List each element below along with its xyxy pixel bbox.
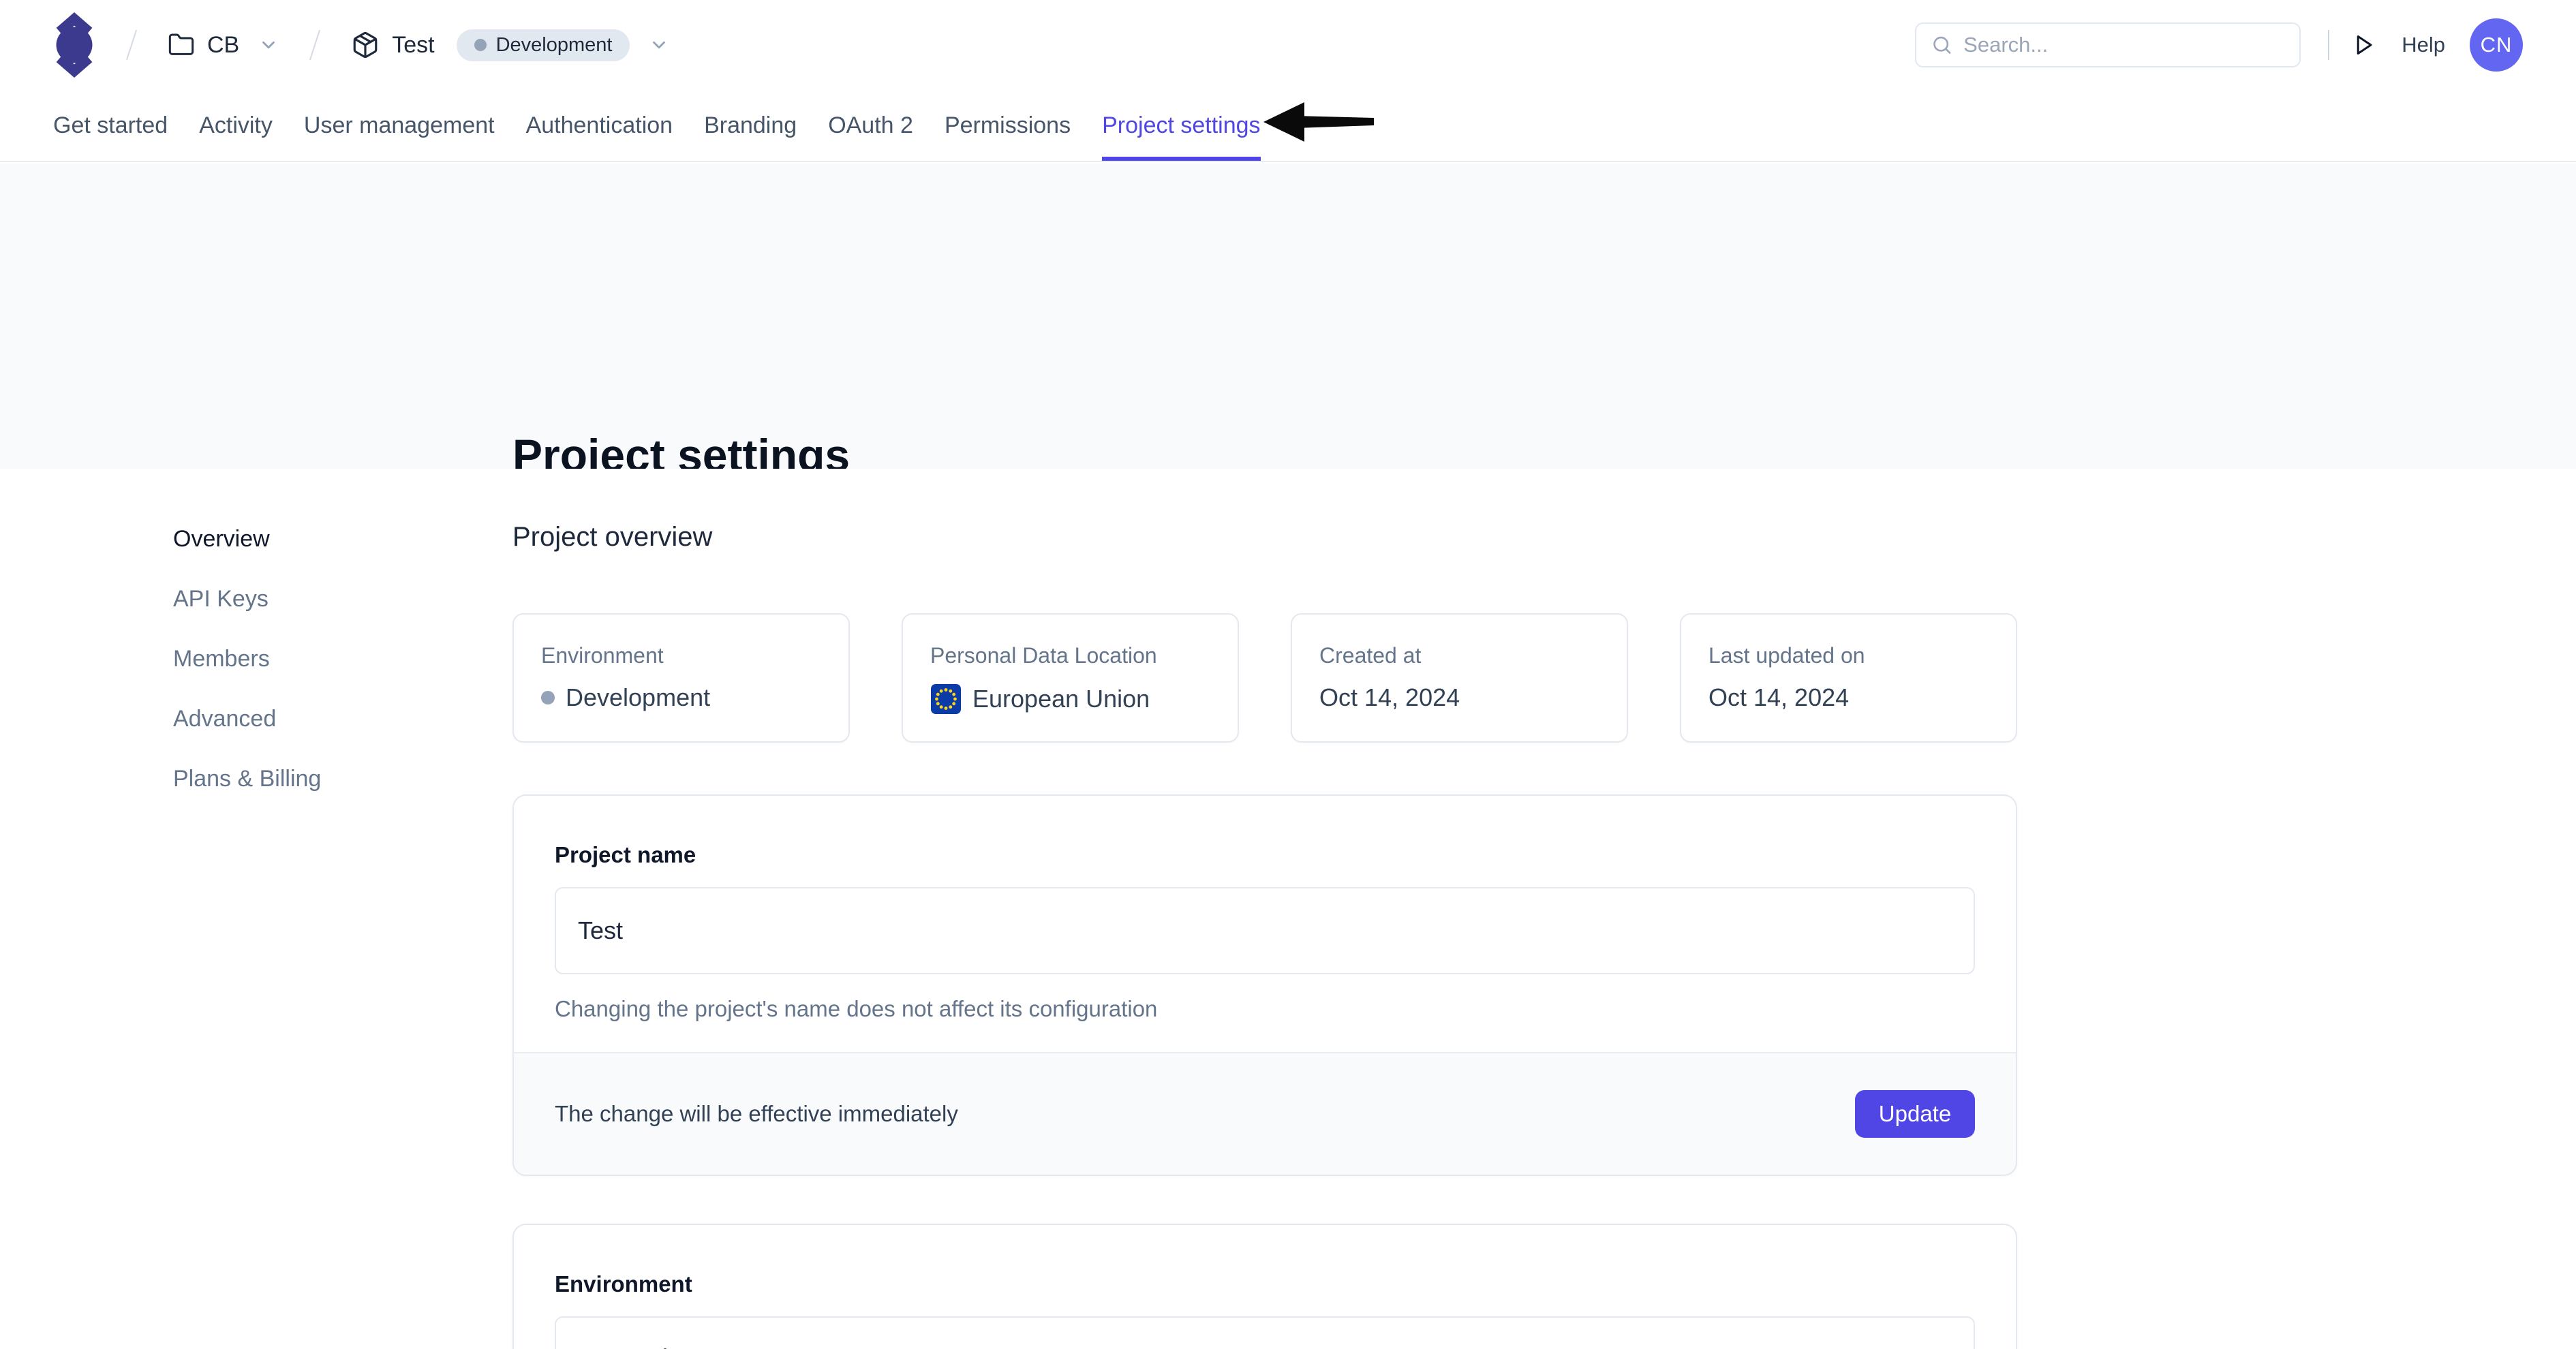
search-icon [1931,33,1952,57]
tab-authentication[interactable]: Authentication [526,90,673,161]
topbar-divider [2328,30,2329,60]
project-switcher[interactable]: Test Development [351,29,669,61]
chevron-down-icon [649,35,669,55]
tab-project-settings[interactable]: Project settings [1102,90,1260,161]
sidebar-item-advanced[interactable]: Advanced [173,707,321,730]
update-button[interactable]: Update [1855,1090,1975,1138]
card-label: Personal Data Location [930,643,1210,668]
play-icon[interactable] [2354,33,2374,57]
card-value-text: Oct 14, 2024 [1708,683,1849,712]
org-switcher[interactable]: CB [168,31,279,59]
card-value: Oct 14, 2024 [1319,683,1599,712]
card-value-text: Development [566,683,710,712]
environment-badge-label: Development [496,34,613,57]
environment-label: Environment [555,1271,1975,1297]
breadcrumb-slash-icon [309,30,320,60]
footer-note: The change will be effective immediately [555,1101,958,1127]
card-created-at: Created at Oct 14, 2024 [1291,613,1628,743]
topbar-left: CB Test Development [53,10,669,80]
card-label: Last updated on [1708,643,1989,668]
project-name-input[interactable] [555,887,1975,974]
environment-panel-body: Environment Development [514,1225,2016,1349]
environment-badge: Development [457,29,630,61]
card-label: Created at [1319,643,1599,668]
project-name-panel-body: Project name Changing the project's name… [514,796,2016,1022]
card-value-text: Oct 14, 2024 [1319,683,1460,712]
sidebar-item-api-keys[interactable]: API Keys [173,587,321,610]
help-link[interactable]: Help [2402,33,2445,57]
breadcrumb-slash-icon [126,30,137,60]
annotation-arrow-icon [1262,99,1377,144]
card-value: European Union [930,683,1210,715]
settings-sidebar: Overview API Keys Members Advanced Plans… [173,527,321,790]
project-name-helper: Changing the project's name does not aff… [555,996,1975,1022]
folder-icon [168,31,195,59]
environment-select[interactable]: Development [555,1316,1975,1349]
project-name-label: Project name [555,842,1975,868]
search-input[interactable] [1963,33,2284,57]
chevron-down-icon [258,35,279,55]
search-box[interactable] [1915,22,2301,67]
status-dot-icon [541,691,555,704]
status-dot-icon [474,39,487,51]
card-last-updated: Last updated on Oct 14, 2024 [1680,613,2017,743]
tab-activity[interactable]: Activity [199,90,273,161]
tab-oauth2[interactable]: OAuth 2 [828,90,913,161]
eu-flag-icon [930,683,962,715]
org-name: CB [207,32,239,59]
topbar: CB Test Development [0,0,2576,90]
environment-panel: Environment Development [512,1224,2017,1349]
sidebar-item-members[interactable]: Members [173,647,321,670]
topbar-right: Help CN [1915,18,2523,72]
sidebar-item-overview[interactable]: Overview [173,527,321,551]
environment-select-value: Development [605,1344,750,1349]
tab-get-started[interactable]: Get started [53,90,168,161]
user-avatar[interactable]: CN [2470,18,2523,72]
tab-branding[interactable]: Branding [704,90,797,161]
main-content: Overview API Keys Members Advanced Plans… [0,469,2576,1349]
section-title: Project overview [512,522,712,553]
corbado-logo-icon[interactable] [53,10,95,80]
sidebar-item-plans-billing[interactable]: Plans & Billing [173,767,321,790]
package-icon [351,31,380,59]
chevron-down-icon [1927,1346,1950,1349]
tab-permissions[interactable]: Permissions [945,90,1071,161]
card-value: Development [541,683,821,712]
project-name-panel-footer: The change will be effective immediately… [514,1052,2016,1175]
card-environment: Environment Development [512,613,850,743]
overview-cards: Environment Development Personal Data Lo… [512,613,2017,743]
page-header: Project settings Project settings / Over… [0,164,2576,469]
tab-user-management[interactable]: User management [304,90,495,161]
card-value: Oct 14, 2024 [1708,683,1989,712]
card-value-text: European Union [972,685,1150,713]
card-data-location: Personal Data Location Europea [902,613,1239,743]
card-label: Environment [541,643,821,668]
project-name-panel: Project name Changing the project's name… [512,794,2017,1176]
project-name: Test [392,32,434,59]
